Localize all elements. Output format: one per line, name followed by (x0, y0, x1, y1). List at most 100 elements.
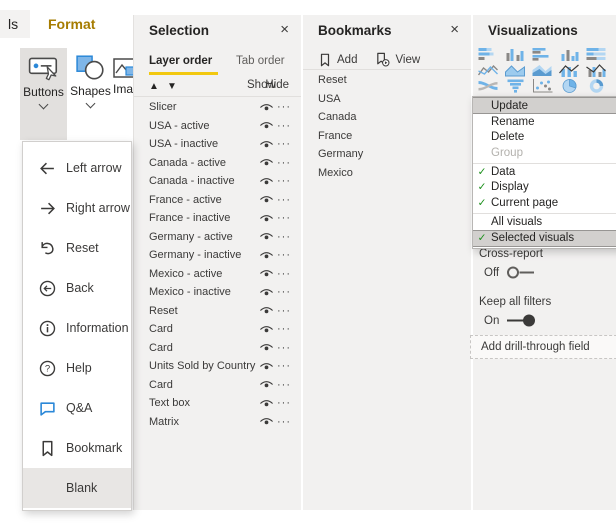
eye-visibility-icon[interactable] (259, 121, 277, 130)
chevron-down-icon[interactable] (39, 100, 49, 110)
more-options-icon[interactable]: ··· (277, 323, 291, 335)
hide-all-button[interactable]: Hide (265, 79, 289, 91)
bookmark-row[interactable]: Reset (303, 71, 471, 90)
eye-visibility-icon[interactable] (259, 103, 277, 112)
eye-visibility-icon[interactable] (259, 306, 277, 315)
visualization-type-button[interactable] (532, 46, 559, 62)
buttons-menu-item[interactable]: Right arrow (23, 188, 131, 228)
context-menu-item[interactable]: ✓ Rename (473, 114, 616, 130)
eye-visibility-icon[interactable] (259, 232, 277, 241)
eye-visibility-icon[interactable] (259, 269, 277, 278)
more-options-icon[interactable]: ··· (277, 157, 291, 169)
context-menu-item[interactable]: ✓ Display (473, 180, 616, 196)
tab-layer-order[interactable]: Layer order (149, 55, 212, 67)
visualization-type-button[interactable] (505, 62, 532, 78)
more-options-icon[interactable]: ··· (277, 416, 291, 428)
layer-row[interactable]: USA - active ··· (134, 117, 301, 136)
visualization-type-button[interactable] (559, 46, 586, 62)
layer-row[interactable]: France - active ··· (134, 191, 301, 210)
context-menu-item[interactable]: ✓ Data (473, 164, 616, 180)
layer-row[interactable]: Canada - inactive ··· (134, 172, 301, 191)
more-options-icon[interactable]: ··· (277, 101, 291, 113)
eye-visibility-icon[interactable] (259, 417, 277, 426)
layer-row[interactable]: Canada - active ··· (134, 154, 301, 173)
bookmark-row[interactable]: France (303, 127, 471, 146)
buttons-menu-item[interactable]: Left arrow (23, 148, 131, 188)
more-options-icon[interactable]: ··· (277, 212, 291, 224)
context-menu-item[interactable]: ✓ Selected visuals (473, 230, 616, 247)
cross-report-toggle[interactable]: Off (484, 265, 537, 280)
context-menu-item[interactable]: ✓ Update (473, 97, 616, 114)
buttons-menu-item[interactable]: Q&A (23, 388, 131, 428)
keep-all-filters-toggle[interactable]: On (484, 313, 537, 328)
add-drill-through-field-well[interactable]: Add drill-through field (470, 335, 616, 359)
layer-row[interactable]: Slicer ··· (134, 98, 301, 117)
visualization-type-button[interactable] (505, 46, 532, 62)
layer-row[interactable]: Card ··· (134, 320, 301, 339)
bookmark-row[interactable]: Canada (303, 108, 471, 127)
visualization-type-button[interactable] (559, 62, 586, 78)
eye-visibility-icon[interactable] (259, 362, 277, 371)
move-down-icon[interactable]: ▼ (167, 81, 177, 92)
layer-row[interactable]: USA - inactive ··· (134, 135, 301, 154)
more-options-icon[interactable]: ··· (277, 360, 291, 372)
eye-visibility-icon[interactable] (259, 251, 277, 260)
buttons-ribbon-button[interactable]: Buttons (20, 48, 67, 140)
layer-row[interactable]: Units Sold by Country ··· (134, 357, 301, 376)
layer-row[interactable]: Card ··· (134, 376, 301, 395)
eye-visibility-icon[interactable] (259, 214, 277, 223)
buttons-menu-item[interactable]: Blank (23, 468, 131, 508)
chevron-down-icon[interactable] (86, 99, 96, 109)
eye-visibility-icon[interactable] (259, 325, 277, 334)
buttons-menu-item[interactable]: Bookmark (23, 428, 131, 468)
layer-row[interactable]: Germany - active ··· (134, 228, 301, 247)
visualization-type-button[interactable] (559, 78, 586, 94)
more-options-icon[interactable]: ··· (277, 120, 291, 132)
add-bookmark-button[interactable]: Add (318, 52, 357, 67)
close-icon[interactable]: × (450, 21, 459, 38)
bookmark-row[interactable]: USA (303, 90, 471, 109)
ribbon-tab-partial[interactable]: ls (0, 10, 30, 38)
close-icon[interactable]: × (280, 21, 289, 38)
eye-visibility-icon[interactable] (259, 195, 277, 204)
eye-visibility-icon[interactable] (259, 140, 277, 149)
more-options-icon[interactable]: ··· (277, 305, 291, 317)
more-options-icon[interactable]: ··· (277, 379, 291, 391)
visualization-type-button[interactable] (586, 46, 613, 62)
eye-visibility-icon[interactable] (259, 343, 277, 352)
toggle-off-icon[interactable] (505, 265, 537, 280)
more-options-icon[interactable]: ··· (277, 249, 291, 261)
eye-visibility-icon[interactable] (259, 177, 277, 186)
visualization-type-button[interactable] (532, 78, 559, 94)
visualization-type-button[interactable] (478, 78, 505, 94)
shapes-ribbon-button[interactable]: Shapes (69, 48, 112, 140)
eye-visibility-icon[interactable] (259, 288, 277, 297)
context-menu-item[interactable]: ✓ All visuals (473, 214, 616, 230)
buttons-menu-item[interactable]: Information (23, 308, 131, 348)
move-up-icon[interactable]: ▲ (149, 81, 159, 92)
more-options-icon[interactable]: ··· (277, 194, 291, 206)
more-options-icon[interactable]: ··· (277, 286, 291, 298)
visualization-type-button[interactable] (586, 78, 613, 94)
context-menu-item[interactable]: ✓ Current page (473, 195, 616, 214)
layer-row[interactable]: Mexico - active ··· (134, 265, 301, 284)
tab-tab-order[interactable]: Tab order (236, 55, 285, 67)
eye-visibility-icon[interactable] (259, 399, 277, 408)
eye-visibility-icon[interactable] (259, 158, 277, 167)
layer-row[interactable]: Mexico - inactive ··· (134, 283, 301, 302)
eye-visibility-icon[interactable] (259, 380, 277, 389)
layer-row[interactable]: Reset ··· (134, 302, 301, 321)
buttons-menu-item[interactable]: Help (23, 348, 131, 388)
context-menu-item[interactable]: ✓ Delete (473, 130, 616, 146)
visualization-type-button[interactable] (505, 78, 532, 94)
visualization-type-button[interactable] (586, 62, 613, 78)
view-bookmarks-button[interactable]: View (375, 52, 420, 67)
layer-row[interactable]: Germany - inactive ··· (134, 246, 301, 265)
bookmark-row[interactable]: Germany (303, 145, 471, 164)
more-options-icon[interactable]: ··· (277, 175, 291, 187)
more-options-icon[interactable]: ··· (277, 231, 291, 243)
more-options-icon[interactable]: ··· (277, 268, 291, 280)
layer-row[interactable]: France - inactive ··· (134, 209, 301, 228)
layer-row[interactable]: Matrix ··· (134, 413, 301, 432)
ribbon-tab-format[interactable]: Format (48, 10, 95, 38)
